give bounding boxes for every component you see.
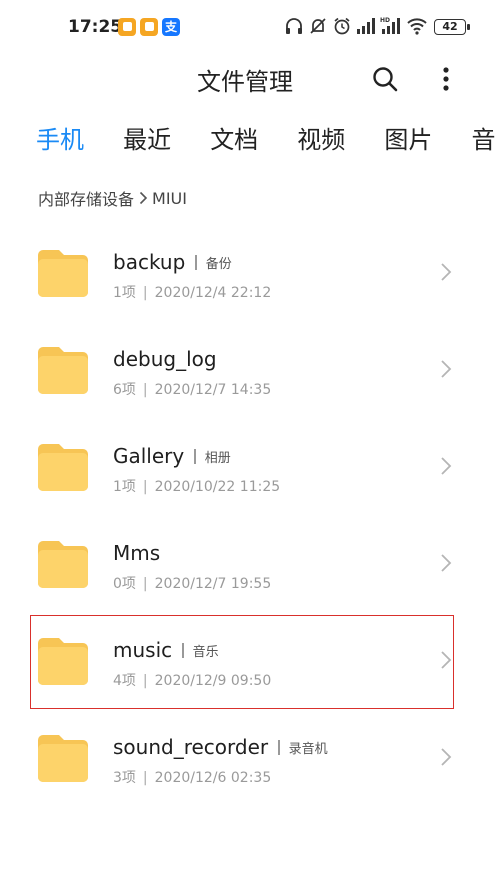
folder-alias: 录音机 — [288, 741, 328, 757]
tab-recent[interactable]: 最近 — [123, 120, 171, 155]
chevron-right-icon — [441, 554, 452, 572]
folder-icon — [38, 444, 88, 491]
divider — [182, 642, 184, 658]
folder-name: sound_recorder — [113, 735, 269, 759]
folder-icon — [38, 250, 88, 297]
chevron-right-icon — [441, 457, 452, 475]
item-count: 3项 — [113, 770, 136, 786]
list-item[interactable]: music 音乐 4项 | 2020/12/9 09:50 — [0, 610, 500, 707]
search-icon[interactable] — [370, 64, 400, 94]
folder-icon — [38, 638, 88, 685]
chevron-right-icon — [441, 263, 452, 281]
modified-date: 2020/12/7 19:55 — [154, 576, 272, 592]
item-count: 6项 — [113, 382, 136, 398]
breadcrumb: 内部存储设备 MIUI — [38, 186, 187, 210]
folder-meta: 0项 | 2020/12/7 19:55 — [113, 576, 272, 592]
modified-date: 2020/10/22 11:25 — [154, 479, 281, 495]
folder-icon — [38, 735, 88, 782]
tab-music[interactable]: 音 — [471, 120, 495, 155]
folder-alias: 备份 — [205, 256, 232, 272]
divider — [278, 739, 280, 755]
list-item[interactable]: sound_recorder 录音机 3项 | 2020/12/6 02:35 — [0, 707, 500, 804]
modified-date: 2020/12/4 22:12 — [154, 285, 272, 301]
signal-hd-icon: HD — [380, 17, 400, 34]
vibrate-icon — [310, 18, 326, 34]
item-count: 1项 — [113, 285, 136, 301]
tab-documents[interactable]: 文档 — [210, 120, 258, 155]
item-count: 0项 — [113, 576, 136, 592]
alarm-icon — [334, 17, 350, 35]
folder-meta: 3项 | 2020/12/6 02:35 — [113, 770, 272, 786]
folder-meta: 4项 | 2020/12/9 09:50 — [113, 673, 272, 689]
folder-name: music — [113, 638, 173, 662]
chevron-right-icon — [441, 651, 452, 669]
folder-icon — [38, 541, 88, 588]
folder-meta: 6项 | 2020/12/7 14:35 — [113, 382, 272, 398]
svg-text:HD: HD — [380, 17, 390, 24]
page-title: 文件管理 — [197, 68, 293, 96]
chevron-right-icon — [139, 191, 148, 205]
chevron-right-icon — [441, 748, 452, 766]
clock: 17:25 — [68, 17, 123, 37]
breadcrumb-current: MIUI — [152, 188, 187, 208]
folder-alias: 音乐 — [192, 644, 219, 660]
divider — [195, 254, 197, 270]
headphones-icon — [286, 18, 302, 34]
notification-app-icon-1 — [118, 18, 136, 36]
tab-images[interactable]: 图片 — [384, 120, 432, 155]
folder-list: backup 备份 1项 | 2020/12/4 22:12 debug_log 6… — [0, 222, 500, 804]
alipay-icon: 支 — [162, 18, 180, 36]
more-options-icon[interactable] — [434, 64, 458, 94]
modified-date: 2020/12/7 14:35 — [154, 382, 272, 398]
modified-date: 2020/12/9 09:50 — [154, 673, 272, 689]
item-count: 1项 — [113, 479, 136, 495]
chevron-right-icon — [441, 360, 452, 378]
folder-name: backup — [113, 250, 186, 274]
breadcrumb-root[interactable]: 内部存储设备 — [38, 186, 134, 210]
folder-icon — [38, 347, 88, 394]
tab-videos[interactable]: 视频 — [297, 120, 345, 155]
list-item[interactable]: debug_log 6项 | 2020/12/7 14:35 — [0, 319, 500, 416]
folder-alias: 相册 — [204, 450, 231, 466]
category-tabs: 手机 最近 文档 视频 图片 音 — [36, 120, 500, 160]
folder-meta: 1项 | 2020/10/22 11:25 — [113, 479, 281, 495]
tab-phone[interactable]: 手机 — [36, 120, 84, 155]
folder-meta: 1项 | 2020/12/4 22:12 — [113, 285, 272, 301]
list-item[interactable]: Gallery 相册 1项 | 2020/10/22 11:25 — [0, 416, 500, 513]
battery-indicator: 42 — [434, 19, 470, 35]
notification-app-icon-2 — [140, 18, 158, 36]
signal-icon — [357, 18, 375, 34]
modified-date: 2020/12/6 02:35 — [154, 770, 272, 786]
wifi-icon — [407, 18, 427, 35]
folder-name: debug_log — [113, 347, 217, 371]
divider — [194, 448, 196, 464]
item-count: 4项 — [113, 673, 136, 689]
list-item[interactable]: backup 备份 1项 | 2020/12/4 22:12 — [0, 222, 500, 319]
list-item[interactable]: Mms 0项 | 2020/12/7 19:55 — [0, 513, 500, 610]
folder-name: Mms — [113, 541, 161, 565]
folder-name: Gallery — [113, 444, 185, 468]
status-bar: 17:25 支 HD 42 — [0, 0, 500, 56]
